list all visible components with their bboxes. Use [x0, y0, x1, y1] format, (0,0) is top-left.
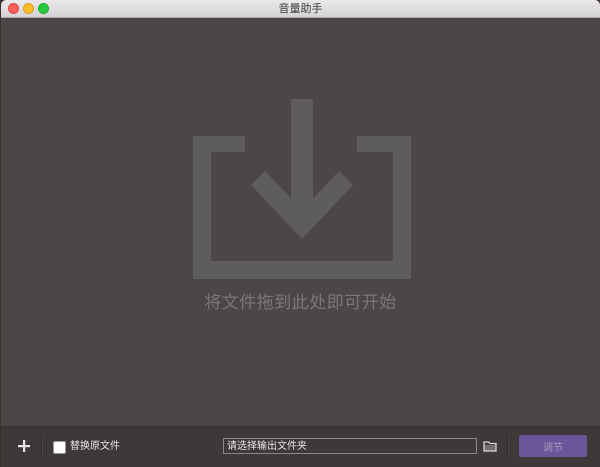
- toolbar-divider: [41, 435, 43, 459]
- plus-icon[interactable]: [14, 436, 34, 456]
- folder-icon[interactable]: [483, 439, 497, 453]
- output-folder-input[interactable]: [223, 438, 477, 454]
- app-window: 音量助手 将文件拖到此处即可开始 替换原文件 调节: [1, 0, 600, 467]
- window-title: 音量助手: [278, 2, 323, 15]
- file-drop-zone[interactable]: 将文件拖到此处即可开始: [1, 18, 600, 426]
- replace-original-option[interactable]: 替换原文件: [53, 439, 120, 455]
- replace-original-checkbox[interactable]: [53, 440, 66, 454]
- download-tray-icon: [193, 99, 411, 279]
- drop-hint-text: 将文件拖到此处即可开始: [204, 293, 397, 313]
- replace-original-label: 替换原文件: [70, 441, 120, 452]
- title-bar[interactable]: 音量助手: [1, 0, 600, 18]
- adjust-button[interactable]: 调节: [519, 435, 587, 457]
- toolbar-divider: [507, 435, 509, 459]
- bottom-toolbar: 替换原文件 调节: [1, 426, 600, 467]
